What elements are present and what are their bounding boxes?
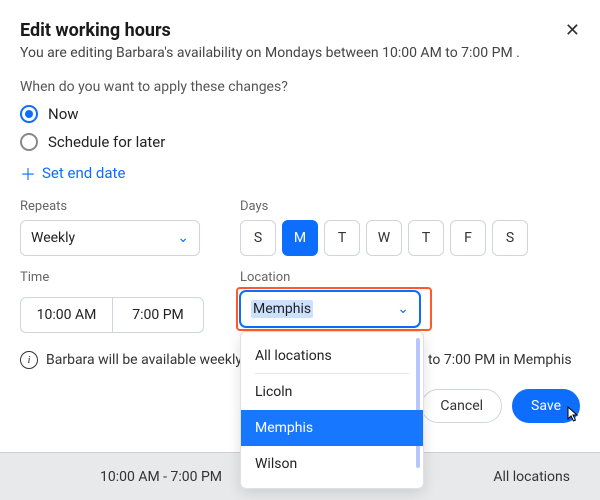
- footer-location: All locations: [493, 469, 570, 485]
- day-toggle[interactable]: M: [282, 220, 318, 256]
- radio-now[interactable]: Now: [20, 105, 580, 123]
- location-select[interactable]: Memphis ⌄: [240, 291, 420, 327]
- modal-subtitle: You are editing Barbara's availability o…: [20, 45, 580, 61]
- close-icon[interactable]: ✕: [565, 20, 580, 41]
- set-end-date-label: Set end date: [42, 164, 125, 182]
- location-label: Location: [240, 270, 420, 285]
- time-label: Time: [20, 270, 204, 285]
- chevron-down-icon: ⌄: [177, 230, 189, 246]
- radio-later-label: Schedule for later: [48, 133, 165, 151]
- info-text-suffix: to 7:00 PM in Memphis: [428, 352, 572, 368]
- cursor-icon: [567, 406, 583, 428]
- radio-unchecked-icon: [20, 133, 38, 151]
- info-icon: i: [20, 351, 38, 369]
- day-toggle[interactable]: W: [366, 220, 402, 256]
- radio-schedule-later[interactable]: Schedule for later: [20, 133, 580, 151]
- footer-time-range: 10:00 AM - 7:00 PM: [100, 469, 222, 485]
- day-toggle[interactable]: T: [324, 220, 360, 256]
- chevron-down-icon: ⌄: [397, 301, 409, 317]
- radio-now-label: Now: [48, 105, 79, 123]
- location-option[interactable]: Wilson: [241, 446, 423, 482]
- info-text-prefix: Barbara will be available weekly: [46, 352, 242, 368]
- time-start-input[interactable]: 10:00 AM: [20, 297, 112, 333]
- set-end-date-button[interactable]: ＋ Set end date: [20, 161, 580, 185]
- radio-checked-icon: [20, 105, 38, 123]
- repeats-label: Repeats: [20, 199, 200, 214]
- location-dropdown: All locationsLicolnMemphisWilson: [240, 331, 424, 489]
- days-row: SMTWTFS: [240, 220, 528, 256]
- cancel-button[interactable]: Cancel: [421, 389, 502, 423]
- time-end-input[interactable]: 7:00 PM: [112, 297, 204, 333]
- location-value: Memphis: [251, 300, 313, 318]
- day-toggle[interactable]: S: [240, 220, 276, 256]
- location-option[interactable]: All locations: [241, 338, 423, 374]
- modal-title: Edit working hours: [20, 20, 171, 41]
- location-option[interactable]: Memphis: [241, 410, 423, 446]
- apply-question: When do you want to apply these changes?: [20, 79, 580, 95]
- save-button-label: Save: [531, 398, 561, 414]
- location-option[interactable]: Licoln: [241, 374, 423, 410]
- day-toggle[interactable]: S: [492, 220, 528, 256]
- repeats-select[interactable]: Weekly ⌄: [20, 220, 200, 256]
- save-button[interactable]: Save: [512, 389, 580, 423]
- day-toggle[interactable]: F: [450, 220, 486, 256]
- day-toggle[interactable]: T: [408, 220, 444, 256]
- repeats-value: Weekly: [31, 230, 75, 246]
- days-label: Days: [240, 199, 528, 214]
- plus-icon: ＋: [20, 161, 36, 185]
